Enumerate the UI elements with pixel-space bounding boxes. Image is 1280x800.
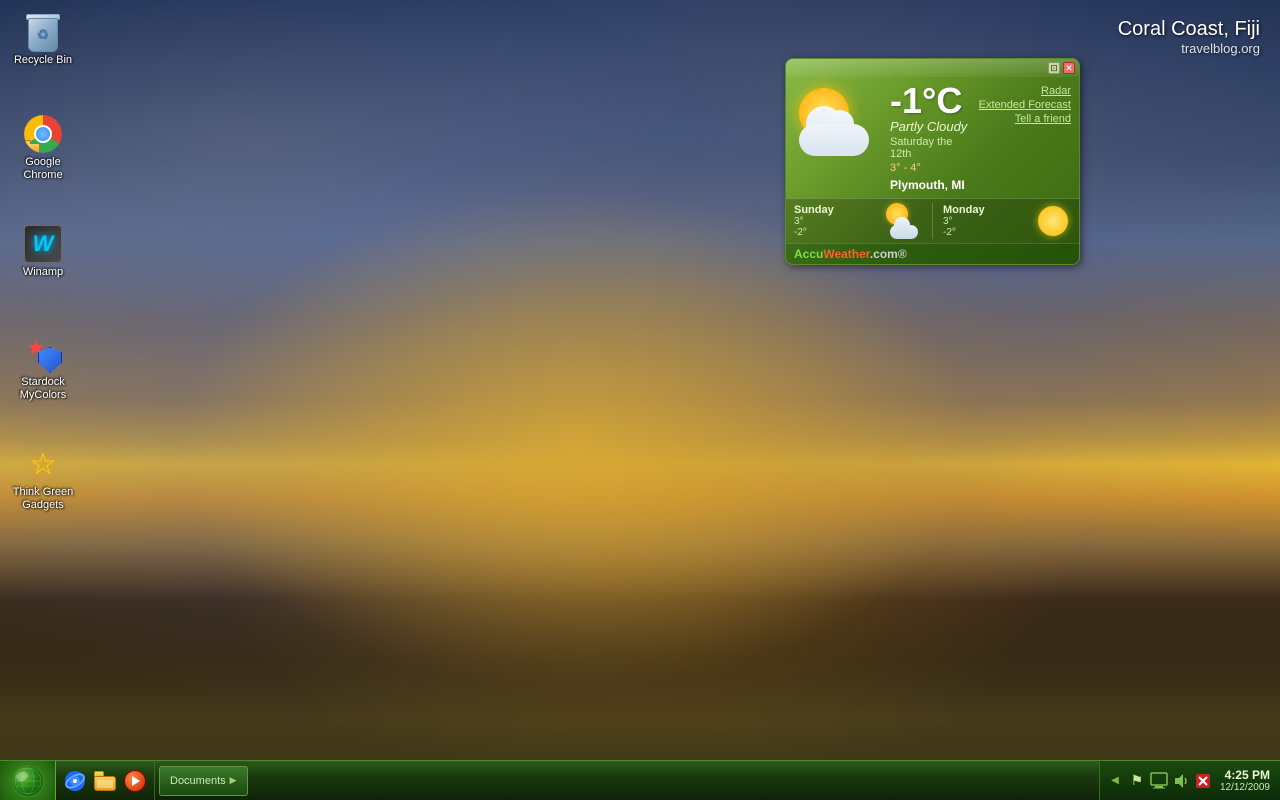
- tray-flag-icon[interactable]: ⚑: [1128, 772, 1146, 790]
- forecast-monday-label: Monday: [943, 204, 1031, 216]
- extended-forecast-link[interactable]: Extended Forecast: [979, 99, 1071, 111]
- forecast-monday-icon: [1035, 203, 1071, 239]
- thinkgreen-icon: ☆: [23, 444, 63, 484]
- taskbar: Documents ▶ ◀ ⚑: [0, 760, 1280, 800]
- stardock-icon: ★: [23, 334, 63, 374]
- weather-location: Plymouth, MI: [890, 178, 973, 192]
- winamp-label: Winamp: [23, 266, 63, 279]
- cloud-layer: [0, 0, 1280, 560]
- widget-restore-button[interactable]: ⊡: [1048, 62, 1060, 74]
- forecast-sunday-temps: 3° -2°: [794, 216, 882, 238]
- google-chrome-label: Google Chrome: [12, 156, 74, 182]
- recycle-bin-icon: ♻: [23, 12, 63, 52]
- widget-main-info: -1°C Partly Cloudy Saturday the 12th 3° …: [890, 83, 973, 192]
- widget-close-button[interactable]: ✕: [1063, 62, 1075, 74]
- tray-close-icon[interactable]: [1194, 772, 1212, 790]
- weather-temperature: -1°C: [890, 83, 973, 119]
- forecast-sunday: Sunday 3° -2°: [794, 203, 922, 239]
- google-chrome-icon: [23, 114, 63, 154]
- widget-forecast: Sunday 3° -2° Monday 3°: [786, 198, 1079, 243]
- location-site: travelblog.org: [1118, 41, 1260, 56]
- weather-icon-area: [794, 83, 884, 163]
- stardock-label: Stardock MyColors: [12, 376, 74, 402]
- thinkgreen-label: Think Green Gadgets: [12, 486, 74, 512]
- start-button[interactable]: [0, 761, 56, 800]
- clock-date: 12/12/2009: [1220, 782, 1270, 793]
- desktop-icon-stardock[interactable]: ★ Stardock MyColors: [8, 330, 78, 406]
- weather-widget: ⊡ ✕ -1°C Partly Cloudy Satur: [785, 58, 1080, 265]
- taskbar-middle: Documents ▶: [155, 761, 1099, 800]
- widget-titlebar: ⊡ ✕: [786, 59, 1079, 77]
- location-watermark: Coral Coast, Fiji travelblog.org: [1118, 18, 1260, 56]
- cloud-icon: [794, 114, 874, 156]
- forecast-sunday-icon: [886, 203, 922, 239]
- desktop-icon-winamp[interactable]: W Winamp: [8, 220, 78, 283]
- tell-friend-link[interactable]: Tell a friend: [1015, 113, 1071, 125]
- accuweather-logo[interactable]: AccuWeather.com®: [794, 247, 907, 261]
- forecast-sunday-label: Sunday: [794, 204, 882, 216]
- documents-taskbar-button[interactable]: Documents ▶: [159, 766, 248, 796]
- partly-cloudy-icon: [794, 83, 882, 161]
- weather-condition: Partly Cloudy: [890, 119, 973, 134]
- desktop-icon-recycle-bin[interactable]: ♻ Recycle Bin: [8, 8, 78, 71]
- quick-launch-ie[interactable]: [62, 768, 88, 794]
- tray-display-icon[interactable]: [1150, 772, 1168, 790]
- widget-links: Radar Extended Forecast Tell a friend: [979, 83, 1071, 192]
- desktop: Coral Coast, Fiji travelblog.org ♻ Recyc…: [0, 0, 1280, 800]
- stardock-shield: [38, 347, 62, 373]
- quick-launch-area: [56, 761, 155, 800]
- start-globe-icon: [12, 765, 44, 797]
- weather-date: Saturday the 12th: [890, 136, 973, 160]
- forecast-divider: [932, 203, 933, 239]
- forecast-monday-info: Monday 3° -2°: [943, 204, 1031, 238]
- widget-body: -1°C Partly Cloudy Saturday the 12th 3° …: [786, 77, 1079, 198]
- winamp-icon: W: [23, 224, 63, 264]
- clock-time: 4:25 PM: [1225, 768, 1270, 782]
- forecast-monday: Monday 3° -2°: [943, 203, 1071, 239]
- thinkgreen-star: ☆: [30, 447, 57, 482]
- taskbar-arrow: ▶: [230, 775, 237, 786]
- tray-volume-icon[interactable]: [1172, 772, 1190, 790]
- desktop-icon-google-chrome[interactable]: Google Chrome: [8, 110, 78, 186]
- radar-link[interactable]: Radar: [1041, 85, 1071, 97]
- tray-expand-button[interactable]: ◀: [1106, 772, 1124, 790]
- quick-launch-media-player[interactable]: [122, 768, 148, 794]
- documents-label: Documents: [170, 775, 226, 787]
- widget-footer: AccuWeather.com®: [786, 243, 1079, 264]
- recycle-bin-label: Recycle Bin: [14, 54, 72, 67]
- system-tray: ◀ ⚑: [1099, 761, 1280, 800]
- location-name: Coral Coast, Fiji: [1118, 18, 1260, 41]
- weather-temp-range: 3° - 4°: [890, 162, 973, 174]
- desktop-icon-thinkgreen[interactable]: ☆ Think Green Gadgets: [8, 440, 78, 516]
- quick-launch-folder[interactable]: [92, 768, 118, 794]
- winamp-letter: W: [33, 231, 54, 257]
- forecast-sunday-info: Sunday 3° -2°: [794, 204, 882, 238]
- forecast-monday-temps: 3° -2°: [943, 216, 1031, 238]
- clock[interactable]: 4:25 PM 12/12/2009: [1216, 768, 1274, 793]
